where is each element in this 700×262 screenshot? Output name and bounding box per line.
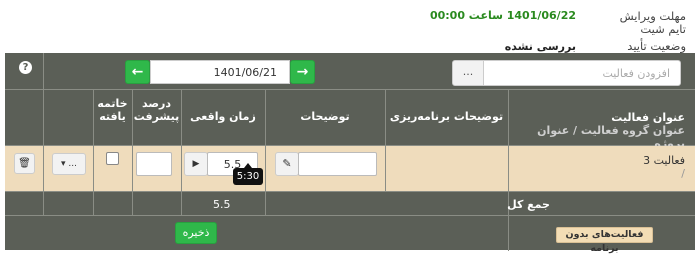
- prev-day-button[interactable]: ←: [125, 60, 150, 84]
- date-navigator: ← 1401/06/21 →: [125, 60, 315, 84]
- add-activity-picker-button[interactable]: ...: [452, 60, 484, 86]
- next-day-button[interactable]: →: [290, 60, 315, 84]
- footer-row: ذخیره فعالیت‌های بدون برنامه: [5, 215, 695, 254]
- deadline-label: مهلت ویرایش تایم شیت: [619, 9, 686, 36]
- progress-input[interactable]: [136, 152, 172, 176]
- play-timer-button[interactable]: ▶: [184, 152, 208, 176]
- caret-down-icon: ▾: [61, 159, 66, 169]
- timesheet-panel: ? ← 1401/06/21 → ... افزودن فعالیت خاتمه…: [5, 53, 695, 254]
- save-button[interactable]: ذخیره: [175, 222, 217, 244]
- unplanned-activities-button[interactable]: فعالیت‌های بدون برنامه: [556, 227, 653, 254]
- status-label: وضعیت تأیید: [627, 39, 686, 53]
- header-actual-time: زمان واقعی: [190, 110, 256, 123]
- header-planning-description: توضیحات برنامه‌ریزی: [389, 110, 504, 123]
- description-input[interactable]: [298, 152, 377, 176]
- status-value: بررسی نشده: [504, 40, 576, 53]
- toolbar-row: ? ← 1401/06/21 → ... افزودن فعالیت: [5, 53, 695, 90]
- date-input[interactable]: 1401/06/21: [150, 60, 290, 84]
- trash-icon: 🗑: [18, 158, 31, 169]
- table-row: 🗑 ▾ ... ▶ 5.5 ✎ فعالیت 3 /: [5, 146, 695, 192]
- edit-icon: ✎: [282, 157, 292, 170]
- total-row: 5.5 جمع کل: [5, 192, 695, 215]
- add-activity-group: ... افزودن فعالیت: [452, 60, 681, 86]
- total-value: 5.5: [213, 198, 231, 211]
- divider: [43, 53, 44, 90]
- activity-name: فعالیت 3: [643, 154, 685, 167]
- table-header: خاتمه یافته درصد پیشرفت زمان واقعی توضیح…: [5, 90, 695, 150]
- timesheet-info: مهلت ویرایش تایم شیت 1401/06/22 ساعت 00:…: [386, 8, 686, 56]
- delete-button[interactable]: 🗑: [14, 153, 35, 174]
- deadline-value: 1401/06/22 ساعت 00:00: [429, 9, 576, 22]
- add-activity-input[interactable]: افزودن فعالیت: [483, 60, 681, 86]
- header-progress: درصد پیشرفت: [133, 97, 180, 123]
- play-icon: ▶: [192, 159, 200, 169]
- header-title: عنوان فعالیت عنوان گروه فعالیت / عنوان پ…: [515, 90, 685, 150]
- activity-sub: /: [681, 167, 685, 180]
- time-tooltip: 5:30: [233, 163, 263, 185]
- completed-checkbox[interactable]: [106, 152, 119, 165]
- row-menu-button[interactable]: ▾ ...: [52, 153, 86, 175]
- help-icon[interactable]: ?: [19, 61, 32, 74]
- edit-button[interactable]: ✎: [275, 152, 299, 176]
- header-title-main: عنوان فعالیت: [611, 111, 685, 124]
- header-description: توضیحات: [300, 110, 350, 123]
- total-label: جمع کل: [507, 198, 550, 211]
- header-completed: خاتمه یافته: [97, 97, 128, 123]
- row-menu-label: ...: [68, 159, 77, 169]
